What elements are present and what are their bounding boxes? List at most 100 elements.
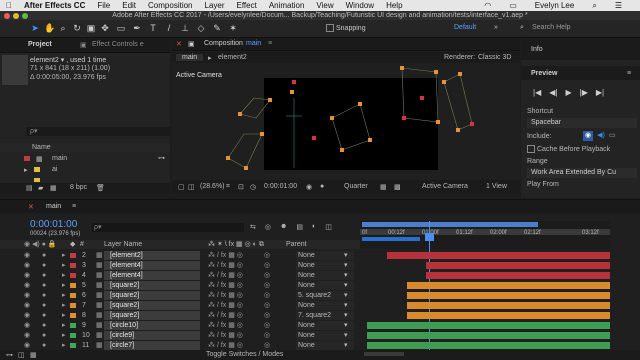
bit-depth-label[interactable]: 8 bpc <box>70 184 87 191</box>
visibility-eye-icon[interactable]: ◉ <box>24 321 30 330</box>
battery-icon[interactable]: ▭ <box>509 1 517 10</box>
puppet-pin-tool-icon[interactable]: ✶ <box>228 23 238 33</box>
parent-select[interactable]: None ▾ <box>296 251 354 260</box>
hand-tool-icon[interactable]: ✋ <box>44 23 55 33</box>
parent-select[interactable]: None ▾ <box>296 271 354 280</box>
layer-label-color[interactable] <box>70 293 76 298</box>
new-folder-icon[interactable]: ▰ <box>38 184 43 192</box>
shortcut-select[interactable]: Spacebar <box>527 118 637 128</box>
type-tool-icon[interactable]: T <box>148 23 158 33</box>
workspace-default[interactable]: Default <box>454 24 476 31</box>
layer-handle[interactable] <box>290 90 294 94</box>
layer-name-field[interactable]: [circle7] <box>104 341 200 350</box>
layer-label-color[interactable] <box>70 313 76 318</box>
parent-pickwhip-icon[interactable]: ◎ <box>264 251 270 260</box>
parent-pickwhip-icon[interactable]: ◎ <box>264 281 270 290</box>
viewer-timecode[interactable]: 0:00:01:00 <box>264 183 297 190</box>
expand-triangle-icon[interactable]: ▸ <box>24 166 28 174</box>
draft-3d-icon[interactable]: ◎ <box>265 223 271 231</box>
timeline-zoom-slider[interactable] <box>364 352 404 356</box>
layer-switch-icons[interactable]: ⁂ / fx ▦ ◎ <box>208 331 243 340</box>
layer-name-field[interactable]: [circle10] <box>104 321 200 330</box>
parent-pickwhip-icon[interactable]: ◎ <box>264 341 270 350</box>
layer-label-color[interactable] <box>70 333 76 338</box>
brush-tool-icon[interactable]: / <box>164 23 174 33</box>
solo-icon[interactable]: ● <box>42 321 46 330</box>
project-item-ai[interactable]: ▸ ai <box>0 165 170 174</box>
layer-row[interactable]: ◉ ● ▸ 8 ▦ [square2] ⁂ / fx ▦ ◎ ◎ 7. square2 ▾ <box>0 311 640 320</box>
layer-switch-icons[interactable]: ⁂ / fx ▦ ◎ <box>208 311 243 320</box>
work-area-start-bar[interactable] <box>362 237 420 241</box>
selection-tool-icon[interactable]: ➤ <box>30 23 40 33</box>
layer-switch-icons[interactable]: ⁂ / fx ▦ ◎ <box>208 321 243 330</box>
visibility-eye-icon[interactable]: ◉ <box>24 301 30 310</box>
visibility-eye-icon[interactable]: ◉ <box>24 271 30 280</box>
guides-icon[interactable]: ⊡ <box>238 183 244 191</box>
toggle-switches-modes[interactable]: Toggle Switches / Modes <box>206 351 283 358</box>
layer-handle[interactable] <box>470 122 474 126</box>
solo-icon[interactable]: ● <box>42 281 46 290</box>
wifi-icon[interactable]: ◠ <box>484 1 491 10</box>
user-name[interactable]: Evelyn Lee <box>535 1 575 10</box>
parent-select[interactable]: 7. square2 ▾ <box>296 311 354 320</box>
layer-handle[interactable] <box>226 156 230 160</box>
expand-layer-icon[interactable]: ▸ <box>62 311 66 320</box>
zoom-level[interactable]: (28.6%) <box>200 183 225 190</box>
graph-editor-icon[interactable]: ◫ <box>325 223 332 231</box>
layer-row[interactable]: ◉ ● ▸ 6 ▦ [square2] ⁂ / fx ▦ ◎ ◎ 5. square2 ▾ <box>0 291 640 300</box>
layer-name-field[interactable]: [square2] <box>104 291 200 300</box>
menu-edit[interactable]: Edit <box>122 1 136 10</box>
layer-duration-bar[interactable] <box>366 332 610 339</box>
solo-icon[interactable]: ● <box>42 341 46 350</box>
grid-icon[interactable]: ⌗ <box>226 183 230 191</box>
next-frame-icon[interactable]: |▶ <box>580 88 588 97</box>
parent-select[interactable]: None ▾ <box>296 331 354 340</box>
expand-layer-icon[interactable]: ▸ <box>62 301 66 310</box>
expand-layer-switches-icon[interactable]: ◫ <box>18 351 25 359</box>
rectangle-tool-icon[interactable]: ▭ <box>116 23 126 33</box>
cache-checkbox[interactable] <box>527 145 535 153</box>
layer-handle[interactable] <box>442 80 446 84</box>
layer-handle[interactable] <box>420 96 424 100</box>
parent-pickwhip-icon[interactable]: ◎ <box>264 261 270 270</box>
layer-handle[interactable] <box>340 148 344 152</box>
solo-icon[interactable]: ● <box>42 291 46 300</box>
project-item-partial[interactable] <box>0 176 170 182</box>
zoom-tool-icon[interactable]: ⌕ <box>58 23 68 33</box>
expand-layer-icon[interactable]: ▸ <box>62 271 66 280</box>
parent-select[interactable]: 5. square2 ▾ <box>296 291 354 300</box>
playhead-handle[interactable] <box>425 233 434 241</box>
layer-switch-icons[interactable]: ⁂ / fx ▦ ◎ <box>208 341 243 350</box>
parent-pickwhip-icon[interactable]: ◎ <box>264 321 270 330</box>
layer-row[interactable]: ◉ ● ▸ 5 ▦ [square2] ⁂ / fx ▦ ◎ ◎ None ▾ <box>0 281 640 290</box>
solo-icon[interactable]: ● <box>42 301 46 310</box>
time-ruler[interactable]: 0f 00:12f 01:00f 01:12f 02:00f 02:12f 03… <box>360 221 610 249</box>
include-overlays-icon[interactable]: ▭ <box>609 131 616 141</box>
solo-icon[interactable]: ● <box>42 251 46 260</box>
menu-effect[interactable]: Effect <box>237 1 257 10</box>
shy-layers-icon[interactable]: ☻ <box>280 223 287 231</box>
layer-label-color[interactable] <box>70 343 76 348</box>
layer-label-color[interactable] <box>70 303 76 308</box>
new-composition-icon[interactable]: ▦ <box>50 184 57 192</box>
expand-layer-icon[interactable]: ▸ <box>62 321 66 330</box>
menu-view[interactable]: View <box>316 1 333 10</box>
layer-row[interactable]: ◉ ● ▸ 3 ▦ [element4] ⁂ / fx ▦ ◎ ◎ None ▾ <box>0 261 640 270</box>
close-window-icon[interactable] <box>4 13 10 19</box>
expand-transfer-controls-icon[interactable]: ▦ <box>30 351 37 359</box>
visibility-eye-icon[interactable]: ◉ <box>24 311 30 320</box>
snapping-checkbox[interactable] <box>326 24 334 32</box>
layer-name-field[interactable]: [circle9] <box>104 331 200 340</box>
layer-switch-icons[interactable]: ⁂ / fx ▦ ◎ <box>208 261 243 270</box>
previous-frame-icon[interactable]: ◀| <box>549 88 557 97</box>
safe-zones-icon[interactable]: ◫ <box>188 183 195 191</box>
pen-tool-icon[interactable]: ✒ <box>132 23 142 33</box>
parent-select[interactable]: None ▾ <box>296 341 354 350</box>
tab-project[interactable]: Project <box>28 41 52 48</box>
visibility-eye-icon[interactable]: ◉ <box>24 261 30 270</box>
close-tab-icon[interactable]: ✕ <box>28 203 34 211</box>
eraser-tool-icon[interactable]: ◇ <box>196 23 206 33</box>
visibility-eye-icon[interactable]: ◉ <box>24 331 30 340</box>
visibility-eye-icon[interactable]: ◉ <box>24 341 30 350</box>
play-icon[interactable]: ▶ <box>565 88 571 97</box>
